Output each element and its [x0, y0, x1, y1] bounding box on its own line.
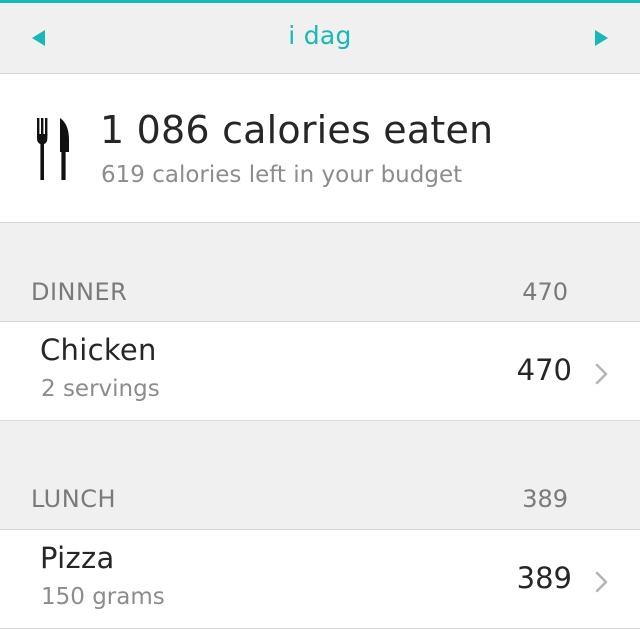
food-name: Chicken [40, 333, 157, 367]
food-calories: 389 [516, 561, 572, 595]
food-name: Pizza [40, 541, 115, 575]
fork-knife-icon [37, 118, 69, 180]
section-header-lunch: LUNCH 389 [0, 481, 640, 517]
food-amount: 150 grams [41, 584, 165, 610]
section-title: LUNCH [31, 485, 116, 513]
calorie-summary: 1 086 calories eaten 619 calories left i… [0, 74, 640, 223]
chevron-right-icon [595, 571, 608, 593]
food-row-chicken[interactable]: Chicken 2 servings 470 [0, 321, 640, 421]
date-title[interactable]: i dag [0, 21, 640, 50]
triangle-right-icon[interactable] [595, 30, 608, 46]
date-header: i dag [0, 3, 640, 74]
calories-left-text: 619 calories left in your budget [101, 162, 463, 188]
food-calories: 470 [516, 353, 572, 387]
section-title: DINNER [31, 278, 128, 306]
food-row-pizza[interactable]: Pizza 150 grams 389 [0, 529, 640, 629]
section-total: 389 [522, 485, 568, 513]
section-total: 470 [522, 278, 568, 306]
chevron-right-icon [595, 363, 608, 385]
section-header-dinner: DINNER 470 [0, 274, 640, 310]
food-amount: 2 servings [41, 376, 160, 402]
food-log-screen: i dag 1 086 calories eaten 619 calories … [0, 0, 640, 629]
calories-eaten-text: 1 086 calories eaten [100, 108, 494, 152]
